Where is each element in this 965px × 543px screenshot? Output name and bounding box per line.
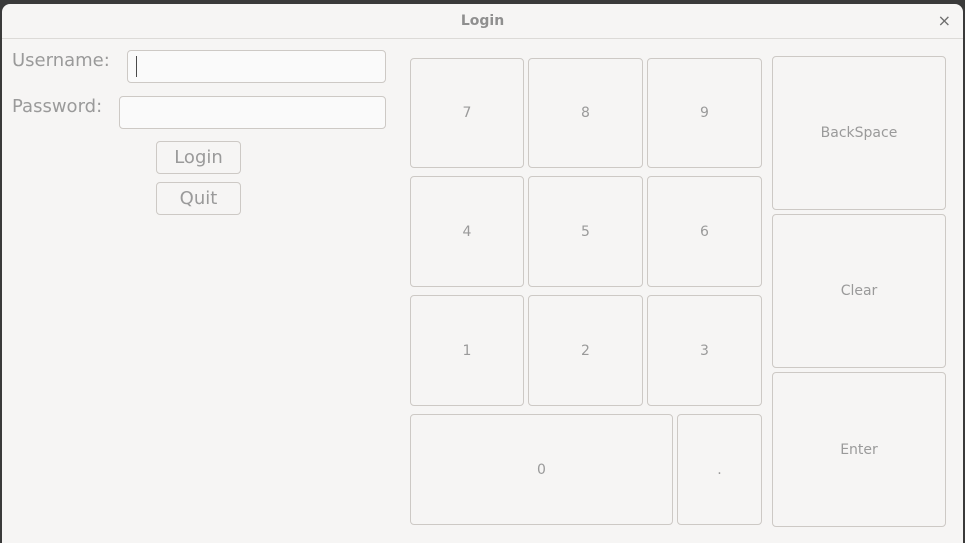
key-decimal-button[interactable]: . [677,414,762,525]
password-label: Password: [12,96,103,117]
clear-button[interactable]: Clear [772,214,946,368]
key-3-button[interactable]: 3 [647,295,762,406]
window-title: Login [460,13,505,29]
text-caret [136,56,137,77]
key-9-button[interactable]: 9 [647,58,762,168]
quit-button[interactable]: Quit [156,182,241,215]
username-label: Username: [12,50,110,71]
password-field[interactable] [119,96,386,129]
key-6-button[interactable]: 6 [647,176,762,287]
login-button[interactable]: Login [156,141,241,174]
backspace-button[interactable]: BackSpace [772,56,946,210]
key-7-button[interactable]: 7 [410,58,524,168]
username-field[interactable] [127,50,386,83]
key-4-button[interactable]: 4 [410,176,524,287]
title-bar: Login × [2,4,963,39]
key-5-button[interactable]: 5 [528,176,643,287]
close-icon[interactable]: × [938,11,951,30]
login-window: Login × Username: Password: Login Quit 7… [2,4,963,543]
key-2-button[interactable]: 2 [528,295,643,406]
key-1-button[interactable]: 1 [410,295,524,406]
key-8-button[interactable]: 8 [528,58,643,168]
enter-button[interactable]: Enter [772,372,946,527]
key-0-button[interactable]: 0 [410,414,673,525]
